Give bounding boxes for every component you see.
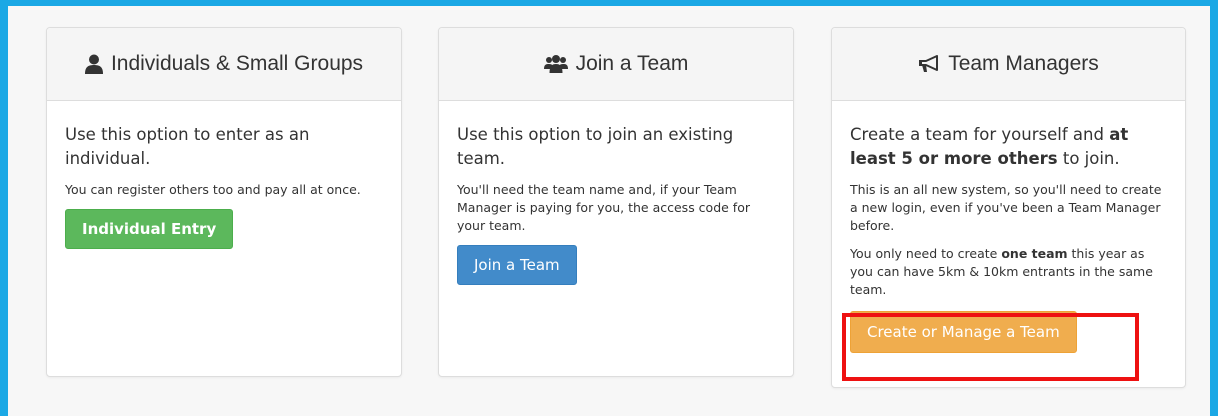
join-note-text: You'll need the team name and, if your T… — [457, 182, 750, 233]
individual-entry-button[interactable]: Individual Entry — [65, 209, 234, 249]
managers-note-text: This is an all new system, so you'll nee… — [850, 182, 1162, 233]
individuals-panel-title: Individuals & Small Groups — [110, 52, 364, 75]
user-icon — [84, 54, 103, 74]
bullhorn-icon — [918, 55, 940, 73]
join-team-button[interactable]: Join a Team — [457, 245, 577, 285]
individuals-panel-heading: Individuals & Small Groups — [47, 28, 401, 101]
individuals-lead-text: Use this option to enter as an individua… — [65, 125, 310, 168]
team-managers-panel-title: Team Managers — [948, 52, 1099, 75]
join-team-panel-heading: Join a Team — [439, 28, 793, 101]
team-managers-panel-heading: Team Managers — [832, 28, 1185, 101]
join-team-panel-title: Join a Team — [575, 52, 689, 75]
individuals-panel: Individuals & Small Groups Use this opti… — [46, 27, 402, 377]
managers-lead-text: Create a team for yourself and at least … — [850, 125, 1129, 168]
highlight-box — [842, 313, 1139, 381]
individuals-note-text: You can register others too and pay all … — [65, 182, 361, 197]
managers-note2-text: You only need to create one team this ye… — [850, 246, 1153, 297]
users-icon — [543, 55, 568, 73]
join-lead-text: Use this option to join an existing team… — [457, 125, 734, 168]
join-team-panel: Join a Team Use this option to join an e… — [438, 27, 794, 377]
